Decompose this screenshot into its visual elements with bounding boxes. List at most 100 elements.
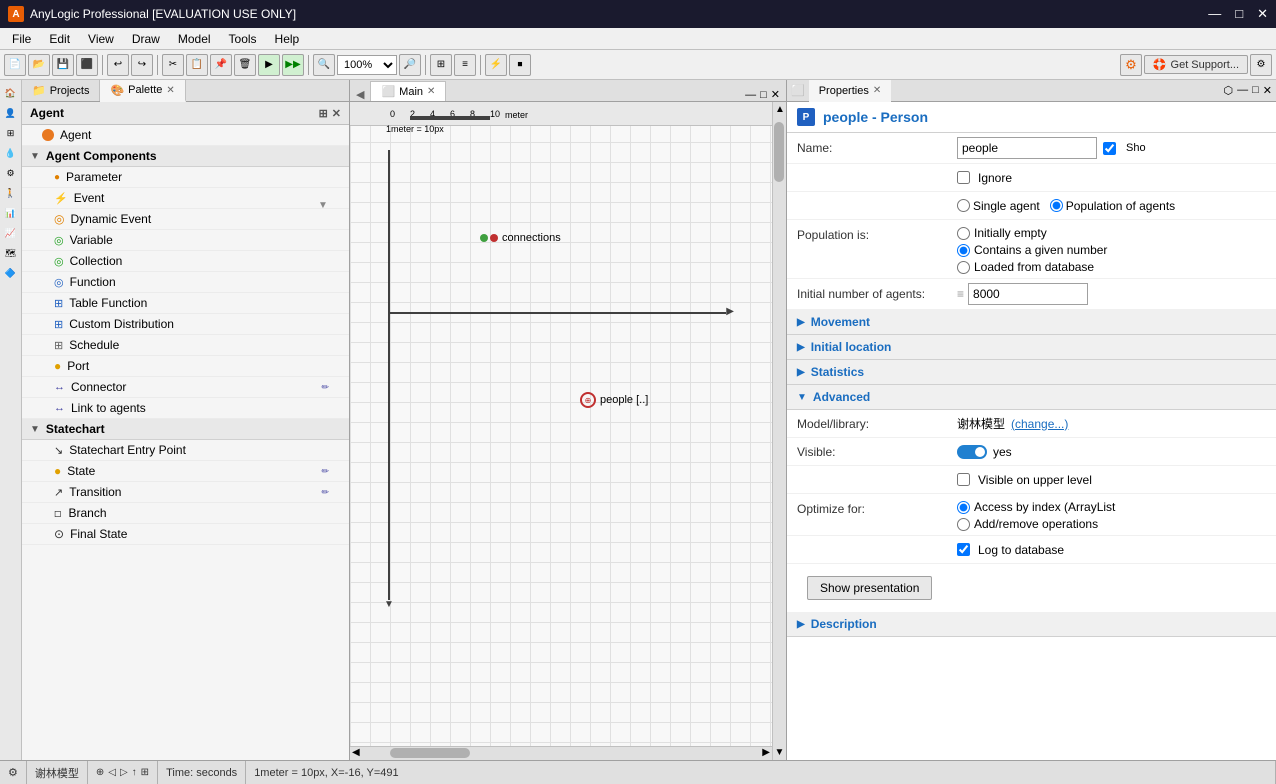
grid-button[interactable]: ⊞ — [430, 54, 452, 76]
sidebar-icon-6[interactable]: 🚶 — [2, 184, 20, 202]
run-button[interactable]: ▶▶ — [282, 54, 304, 76]
redo-button[interactable]: ↪ — [131, 54, 153, 76]
palette-item-variable[interactable]: ◎ Variable — [22, 230, 349, 251]
status-nav-4[interactable]: ↑ — [132, 767, 137, 778]
status-nav-1[interactable]: ⊕ — [96, 767, 104, 778]
palette-item-entry-point[interactable]: ↘ Statechart Entry Point — [22, 440, 349, 461]
loaded-db-radio[interactable] — [957, 261, 970, 274]
props-popup-icon[interactable]: ⬡ — [1224, 84, 1234, 97]
palette-item-port[interactable]: ● Port — [22, 356, 349, 377]
canvas-connections-element[interactable]: connections — [480, 232, 561, 244]
canvas-minimize-icon[interactable]: — — [745, 89, 756, 101]
tab-palette[interactable]: 🎨 Palette ✕ — [100, 80, 185, 102]
visible-toggle[interactable] — [957, 445, 987, 459]
main-tab-close[interactable]: ✕ — [427, 86, 435, 97]
population-radio[interactable] — [1050, 199, 1063, 212]
status-nav-5[interactable]: ⊞ — [141, 767, 149, 778]
palette-item-final-state[interactable]: ⊙ Final State — [22, 524, 349, 545]
copy-button[interactable]: 📋 — [186, 54, 208, 76]
status-model-name[interactable]: 谢林模型 — [27, 761, 88, 784]
sidebar-icon-10[interactable]: 🔷 — [2, 264, 20, 282]
status-nav-3[interactable]: ▷ — [120, 767, 128, 778]
stop-button[interactable]: ⏹ — [509, 54, 531, 76]
canvas-scrollbar-horizontal[interactable]: ◀ ▶ — [350, 746, 772, 760]
single-agent-radio[interactable] — [957, 199, 970, 212]
canvas-body[interactable]: 0 2 4 6 8 10 meter 1meter = 10px co — [350, 102, 786, 760]
sidebar-icon-1[interactable]: 🏠 — [2, 84, 20, 102]
save-all-button[interactable]: ⬛ — [76, 54, 98, 76]
props-max-icon[interactable]: □ — [1252, 84, 1259, 97]
palette-item-custom-dist[interactable]: ⊞ Custom Distribution — [22, 314, 349, 335]
scroll-left-button[interactable]: ◀ — [350, 747, 362, 758]
scroll-down-button[interactable]: ▼ — [773, 747, 786, 758]
menu-draw[interactable]: Draw — [124, 30, 168, 48]
zoom-select[interactable]: 100% 75% 150% — [337, 55, 397, 75]
build-button[interactable]: ▶ — [258, 54, 280, 76]
change-link[interactable]: (change...) — [1011, 417, 1068, 431]
palette-section-agent-components[interactable]: ▼ Agent Components — [22, 146, 349, 167]
palette-item-schedule[interactable]: ⊞ Schedule — [22, 335, 349, 356]
initially-empty-radio[interactable] — [957, 227, 970, 240]
palette-item-agent[interactable]: Agent — [22, 125, 349, 146]
sidebar-icon-9[interactable]: 🗺 — [2, 244, 20, 262]
canvas-people-element[interactable]: ⊕ people [..] — [580, 392, 648, 408]
palette-item-dynamic-event[interactable]: ◎ Dynamic Event — [22, 209, 349, 230]
palette-grid-icon[interactable]: ⊞ — [319, 107, 328, 120]
new-button[interactable]: 📄 — [4, 54, 26, 76]
close-button[interactable]: ✕ — [1257, 6, 1268, 22]
state-edit-icon[interactable]: ✏ — [321, 466, 329, 477]
sidebar-icon-5[interactable]: ⚙ — [2, 164, 20, 182]
palette-item-state[interactable]: ● State ✏ — [22, 461, 349, 482]
props-min-icon[interactable]: — — [1237, 84, 1248, 97]
opt-addremove-radio[interactable] — [957, 518, 970, 531]
canvas-scrollbar-vertical[interactable]: ▲ ▼ — [772, 102, 786, 760]
palette-tab-close[interactable]: ✕ — [166, 85, 174, 96]
section-description[interactable]: ▶ Description — [787, 612, 1276, 637]
delete-button[interactable]: 🗑 — [234, 54, 256, 76]
log-db-checkbox[interactable] — [957, 543, 970, 556]
palette-item-collection[interactable]: ◎ Collection — [22, 251, 349, 272]
sidebar-icon-3[interactable]: ⊞ — [2, 124, 20, 142]
run2-button[interactable]: ⚡ — [485, 54, 507, 76]
palette-item-parameter[interactable]: ● Parameter — [22, 167, 349, 188]
canvas-maximize-icon[interactable]: □ — [760, 89, 767, 101]
props-close-icon[interactable]: ✕ — [1263, 84, 1272, 97]
scroll-thumb-horizontal[interactable] — [390, 748, 470, 758]
visible-upper-checkbox[interactable] — [957, 473, 970, 486]
ignore-checkbox[interactable] — [957, 171, 970, 184]
open-button[interactable]: 📂 — [28, 54, 50, 76]
show-name-checkbox[interactable] — [1103, 142, 1116, 155]
menu-view[interactable]: View — [80, 30, 122, 48]
sidebar-icon-4[interactable]: 💧 — [2, 144, 20, 162]
scroll-up-button[interactable]: ▲ — [773, 102, 786, 117]
get-support-button[interactable]: 🛟 Get Support... — [1144, 55, 1248, 74]
tab-properties[interactable]: Properties ✕ — [809, 80, 892, 102]
window-controls[interactable]: — □ ✕ — [1208, 6, 1268, 22]
align-button[interactable]: ≡ — [454, 54, 476, 76]
palette-section-statechart[interactable]: ▼ Statechart — [22, 419, 349, 440]
canvas-nav-left[interactable]: ◀ — [356, 88, 364, 101]
section-initial-location[interactable]: ▶ Initial location — [787, 335, 1276, 360]
palette-scroll[interactable]: ▼ — [318, 200, 328, 211]
section-advanced[interactable]: ▼ Advanced — [787, 385, 1276, 410]
sidebar-icon-2[interactable]: 👤 — [2, 104, 20, 122]
connector-edit-icon[interactable]: ✏ — [321, 382, 329, 393]
menu-help[interactable]: Help — [267, 30, 308, 48]
cut-button[interactable]: ✂ — [162, 54, 184, 76]
menu-tools[interactable]: Tools — [221, 30, 265, 48]
minimize-button[interactable]: — — [1208, 6, 1221, 22]
section-statistics[interactable]: ▶ Statistics — [787, 360, 1276, 385]
section-movement[interactable]: ▶ Movement — [787, 310, 1276, 335]
palette-item-branch[interactable]: ◇ Branch — [22, 503, 349, 524]
help-icon[interactable]: ⚙ — [1120, 54, 1142, 76]
palette-item-event[interactable]: ⚡ Event — [22, 188, 349, 209]
menu-edit[interactable]: Edit — [41, 30, 78, 48]
palette-item-table-function[interactable]: ⊞ Table Function — [22, 293, 349, 314]
tab-projects[interactable]: 📁 Projects — [22, 80, 100, 101]
initial-agents-input[interactable] — [968, 283, 1088, 305]
scroll-right-button[interactable]: ▶ — [760, 747, 772, 758]
scroll-thumb-vertical[interactable] — [774, 122, 784, 182]
maximize-button[interactable]: □ — [1235, 6, 1243, 22]
canvas-close-icon[interactable]: ✕ — [771, 88, 780, 101]
settings-icon[interactable]: ⚙ — [1250, 54, 1272, 76]
